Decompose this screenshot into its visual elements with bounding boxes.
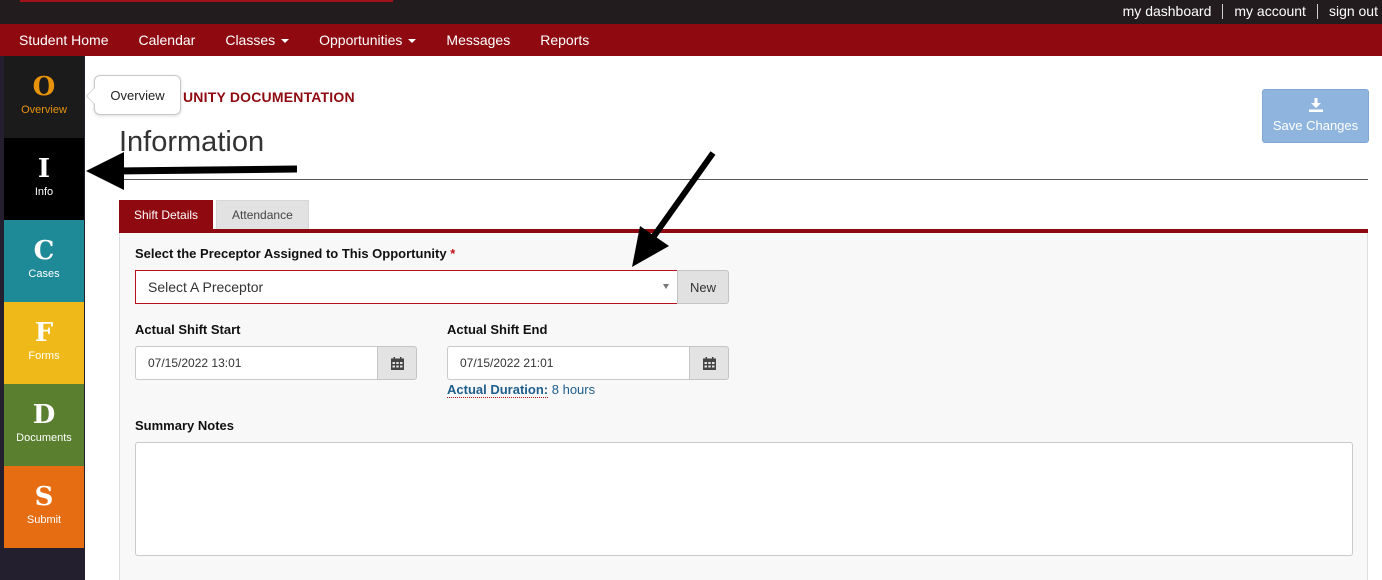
sidebar-letter: S <box>34 482 54 512</box>
nav-label: Calendar <box>138 32 196 48</box>
shift-start-input[interactable]: 07/15/2022 13:01 <box>135 346 378 380</box>
summary-notes-label: Summary Notes <box>135 418 234 433</box>
page-title: Information <box>119 126 265 158</box>
shift-end-label: Actual Shift End <box>447 322 548 337</box>
shift-end-input[interactable]: 07/15/2022 21:01 <box>447 346 690 380</box>
my-account-link[interactable]: my account <box>1223 3 1317 19</box>
tab-shift-details[interactable]: Shift Details <box>119 200 214 229</box>
required-marker: * <box>450 246 456 261</box>
preceptor-label-text: Select the Preceptor Assigned to This Op… <box>135 246 447 261</box>
sidebar-item-label: Documents <box>16 432 72 444</box>
calendar-icon <box>390 356 404 370</box>
nav-label: Messages <box>446 32 511 48</box>
nav-reports[interactable]: Reports <box>525 32 604 48</box>
sidebar-item-submit[interactable]: S Submit <box>4 466 84 548</box>
new-preceptor-button[interactable]: New <box>677 270 729 304</box>
sidebar-item-documents[interactable]: D Documents <box>4 384 84 466</box>
main-nav: Student Home Calendar Classes Opportunit… <box>0 24 1382 56</box>
nav-calendar[interactable]: Calendar <box>124 32 211 48</box>
sidebar-item-label: Cases <box>28 268 60 280</box>
tab-attendance[interactable]: Attendance <box>216 200 309 229</box>
sidebar-item-cases[interactable]: C Cases <box>4 220 84 302</box>
sidebar-item-label: Submit <box>26 514 62 526</box>
nav-label: Classes <box>225 32 276 48</box>
tab-bar: Shift Details Attendance <box>119 200 312 229</box>
sidebar-item-label: Overview <box>21 104 67 116</box>
shift-end-calendar-button[interactable] <box>689 346 729 380</box>
overview-tooltip: Overview <box>86 75 181 115</box>
top-links: my dashboard my account sign out <box>1112 3 1378 19</box>
nav-classes-dropdown[interactable]: Classes <box>210 32 304 48</box>
sidebar-letter: I <box>37 154 51 184</box>
shift-start-label: Actual Shift Start <box>135 322 241 337</box>
caret-down-icon <box>408 39 417 43</box>
preceptor-label: Select the Preceptor Assigned to This Op… <box>135 246 455 261</box>
actual-duration: Actual Duration: 8 hours <box>447 382 596 398</box>
my-dashboard-link[interactable]: my dashboard <box>1112 3 1223 19</box>
save-changes-label: Save Changes <box>1272 118 1359 133</box>
sidebar-item-info[interactable]: I Info <box>4 138 84 220</box>
nav-opportunities-dropdown[interactable]: Opportunities <box>304 32 431 48</box>
nav-label: Reports <box>540 32 590 48</box>
calendar-icon <box>702 356 716 370</box>
duration-label: Actual Duration: <box>447 382 549 398</box>
sidebar-item-overview[interactable]: O Overview <box>4 56 84 138</box>
download-icon <box>1308 98 1323 112</box>
caret-down-icon <box>281 39 290 43</box>
nav-label: Student Home <box>19 32 109 48</box>
sidebar-item-forms[interactable]: F Forms <box>4 302 84 384</box>
section-label: UNITY DOCUMENTATION <box>183 89 355 105</box>
sidebar-item-label: Forms <box>28 350 60 362</box>
preceptor-select-value: Select A Preceptor <box>148 279 264 295</box>
sidebar-letter: O <box>32 72 56 102</box>
summary-notes-textarea[interactable] <box>135 442 1353 556</box>
shift-start-calendar-button[interactable] <box>377 346 417 380</box>
preceptor-select[interactable]: Select A Preceptor <box>135 270 678 304</box>
sidebar-letter: F <box>34 318 54 348</box>
sidebar: O Overview I Info C Cases F Forms D Docu… <box>0 56 85 580</box>
top-accent-line <box>20 0 393 2</box>
sidebar-item-label: Info <box>34 186 54 198</box>
save-changes-button[interactable]: Save Changes <box>1262 89 1369 143</box>
top-utility-bar: my dashboard my account sign out <box>0 0 1382 24</box>
sidebar-letter: C <box>33 236 55 266</box>
dropdown-arrow-icon <box>663 284 669 289</box>
nav-student-home[interactable]: Student Home <box>0 32 124 48</box>
nav-label: Opportunities <box>319 32 403 48</box>
title-divider <box>119 179 1368 180</box>
sidebar-letter: D <box>32 400 56 430</box>
duration-value: 8 hours <box>551 382 596 397</box>
nav-messages[interactable]: Messages <box>431 32 525 48</box>
sign-out-link[interactable]: sign out <box>1318 3 1378 19</box>
